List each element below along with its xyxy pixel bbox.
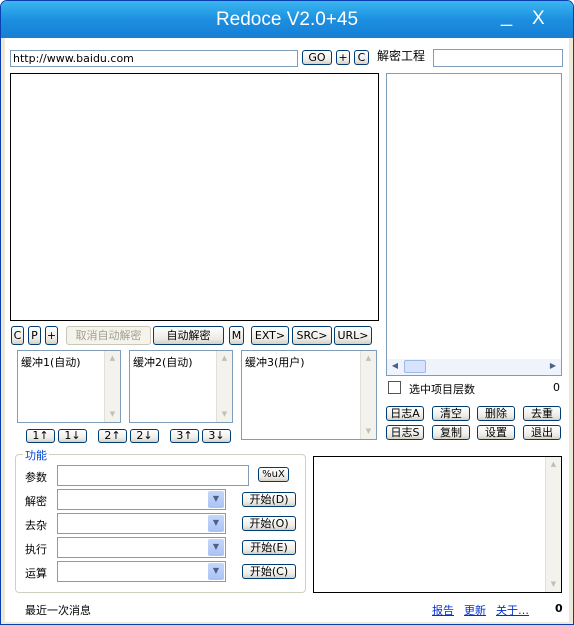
about-link[interactable]: 关于…	[496, 602, 529, 618]
param-input[interactable]	[57, 465, 249, 486]
buffer2-box[interactable]: 缓冲2(自动) ▲ ▼	[129, 350, 233, 423]
tree-hscroll[interactable]: ◀ ▶	[387, 359, 561, 375]
start-c-button[interactable]: 开始(C)	[242, 564, 296, 579]
scroll-down-icon[interactable]: ▼	[217, 407, 232, 422]
copy-button[interactable]: 复制	[432, 425, 470, 440]
delete-button[interactable]: 删除	[477, 406, 515, 421]
buffer3-down-button[interactable]: 3↓	[202, 429, 231, 443]
exit-button[interactable]: 退出	[523, 425, 561, 440]
scroll-up-icon[interactable]: ▲	[546, 457, 561, 472]
minimize-icon[interactable]: _	[501, 5, 512, 28]
scroll-up-icon[interactable]: ▲	[217, 351, 232, 366]
scroll-left-icon[interactable]: ◀	[388, 361, 402, 370]
scroll-thumb[interactable]	[404, 360, 426, 373]
denoise-label: 去杂	[25, 519, 47, 532]
m-button[interactable]: M	[229, 326, 244, 345]
buffer1-box[interactable]: 缓冲1(自动) ▲ ▼	[17, 350, 121, 423]
level-value: 0	[553, 381, 560, 394]
update-link[interactable]: 更新	[464, 602, 486, 618]
buffer2-down-button[interactable]: 2↓	[130, 429, 159, 443]
dedupe-button[interactable]: 去重	[523, 406, 561, 421]
scroll-right-icon[interactable]: ▶	[546, 361, 560, 370]
execute-select[interactable]: ▼	[57, 537, 226, 558]
chevron-down-icon[interactable]: ▼	[208, 539, 224, 556]
log-a-button[interactable]: 日志A	[386, 406, 424, 421]
buffer1-down-button[interactable]: 1↓	[58, 429, 87, 443]
app-window: Redoce V2.0+45 _ X http://www.baidu.com …	[0, 0, 574, 625]
url-input[interactable]: http://www.baidu.com	[10, 50, 298, 67]
close-icon[interactable]: X	[532, 8, 545, 30]
log-s-button[interactable]: 日志S	[386, 425, 424, 440]
client-area: http://www.baidu.com GO + C 解密工程 ◀ ▶ 选中项…	[5, 38, 569, 622]
start-o-button[interactable]: 开始(O)	[242, 516, 296, 531]
buffer2-label: 缓冲2(自动)	[133, 356, 193, 369]
project-label: 解密工程	[377, 49, 426, 63]
denoise-select[interactable]: ▼	[57, 513, 226, 534]
cancel-auto-decrypt-button[interactable]: 取消自动解密	[66, 326, 151, 345]
chevron-down-icon[interactable]: ▼	[208, 491, 224, 508]
output-box[interactable]: ▲ ▼	[313, 456, 562, 593]
decrypt-label: 解密	[25, 495, 47, 508]
edit-icon[interactable]	[388, 381, 401, 394]
chevron-down-icon[interactable]: ▼	[208, 563, 224, 580]
browser-view[interactable]	[10, 73, 379, 321]
execute-label: 执行	[25, 543, 47, 556]
last-message: 最近一次消息	[25, 604, 91, 617]
chevron-down-icon[interactable]: ▼	[208, 515, 224, 532]
buffer3-box[interactable]: 缓冲3(用户) ▲ ▼	[241, 350, 377, 440]
decrypt-select[interactable]: ▼	[57, 489, 226, 510]
buffer1-up-button[interactable]: 1↑	[26, 429, 55, 443]
c-toggle-button[interactable]: C	[11, 326, 24, 345]
auto-decrypt-button[interactable]: 自动解密	[153, 326, 224, 345]
buffer3-up-button[interactable]: 3↑	[170, 429, 199, 443]
compute-label: 运算	[25, 567, 47, 580]
scroll-up-icon[interactable]: ▲	[105, 351, 120, 366]
clear-button[interactable]: 清空	[432, 406, 470, 421]
project-tree[interactable]: ◀ ▶	[386, 73, 562, 376]
src-button[interactable]: SRC>	[292, 326, 332, 345]
start-e-button[interactable]: 开始(E)	[242, 540, 296, 555]
report-link[interactable]: 报告	[432, 602, 454, 618]
settings-button[interactable]: 设置	[477, 425, 515, 440]
plus-button[interactable]: +	[336, 50, 350, 65]
buffer3-label: 缓冲3(用户)	[245, 356, 305, 369]
scroll-down-icon[interactable]: ▼	[105, 407, 120, 422]
message-count: 0	[555, 602, 563, 615]
scroll-down-icon[interactable]: ▼	[546, 577, 561, 592]
buffer1-label: 缓冲1(自动)	[21, 356, 81, 369]
ext-button[interactable]: EXT>	[251, 326, 289, 345]
plus-toggle-button[interactable]: +	[45, 326, 58, 345]
scroll-up-icon[interactable]: ▲	[361, 351, 376, 366]
function-group-label: 功能	[23, 447, 49, 463]
scroll-down-icon[interactable]: ▼	[361, 424, 376, 439]
buffer2-up-button[interactable]: 2↑	[98, 429, 127, 443]
c-button[interactable]: C	[354, 50, 369, 65]
title-bar: Redoce V2.0+45 _ X	[1, 1, 573, 38]
compute-select[interactable]: ▼	[57, 561, 226, 582]
param-label: 参数	[25, 471, 47, 484]
ux-button[interactable]: %uX	[258, 467, 289, 482]
level-label: 选中项目层数	[409, 383, 475, 396]
start-d-button[interactable]: 开始(D)	[242, 492, 296, 507]
window-title: Redoce V2.0+45	[215, 9, 359, 30]
project-input[interactable]	[433, 49, 563, 67]
go-button[interactable]: GO	[302, 50, 332, 65]
p-toggle-button[interactable]: P	[28, 326, 41, 345]
url-button[interactable]: URL>	[334, 326, 372, 345]
